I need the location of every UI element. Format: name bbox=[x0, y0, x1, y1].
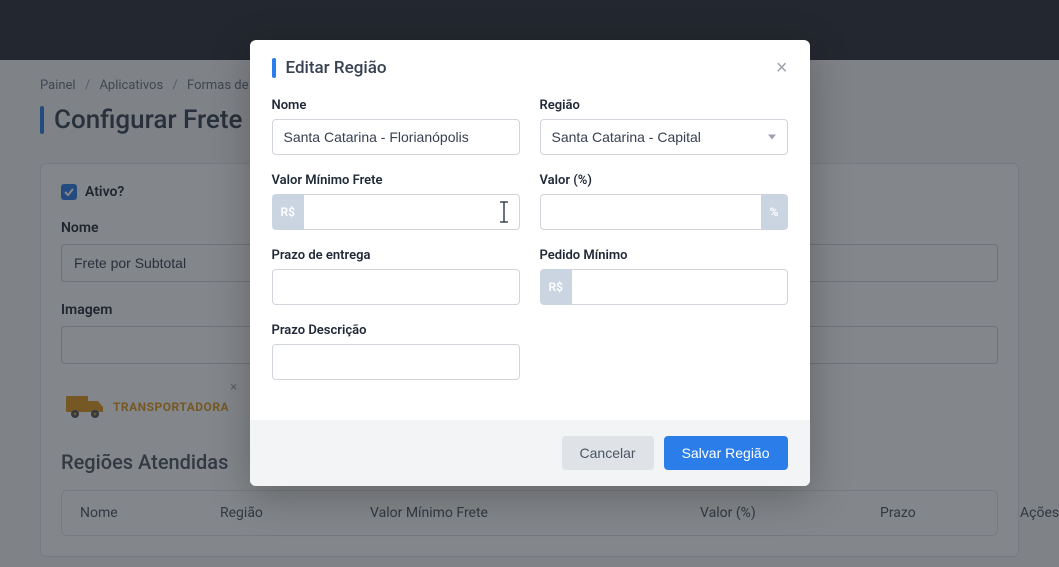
edit-region-modal: Editar Região × Nome Região Valor bbox=[250, 40, 810, 486]
modal-pedido-minimo-label: Pedido Mínimo bbox=[540, 248, 788, 263]
valor-minimo-group: R$ bbox=[272, 194, 520, 230]
modal-valor-pct-input[interactable] bbox=[540, 194, 761, 230]
valor-pct-group: % bbox=[540, 194, 788, 230]
pct-suffix: % bbox=[761, 194, 788, 230]
text-cursor-icon bbox=[498, 201, 510, 223]
modal-regiao-value[interactable] bbox=[540, 119, 788, 155]
modal-title-text: Editar Região bbox=[286, 58, 387, 78]
modal-regiao-select[interactable] bbox=[540, 119, 788, 155]
modal-regiao-label: Região bbox=[540, 98, 788, 113]
modal-nome-label: Nome bbox=[272, 98, 520, 113]
cancel-button[interactable]: Cancelar bbox=[562, 436, 654, 470]
pedido-minimo-group: R$ bbox=[540, 269, 788, 305]
modal-valor-minimo-input[interactable] bbox=[304, 194, 520, 230]
close-icon[interactable]: × bbox=[776, 58, 788, 78]
rs-prefix-2: R$ bbox=[540, 269, 572, 305]
modal-valor-pct-label: Valor (%) bbox=[540, 173, 788, 188]
modal-title: Editar Região bbox=[272, 58, 387, 78]
modal-footer: Cancelar Salvar Região bbox=[250, 420, 810, 486]
modal-body: Nome Região Valor Mínimo Frete R$ bbox=[250, 90, 810, 420]
save-region-button[interactable]: Salvar Região bbox=[664, 436, 788, 470]
modal-valor-minimo-label: Valor Mínimo Frete bbox=[272, 173, 520, 188]
modal-overlay: Editar Região × Nome Região Valor bbox=[0, 0, 1059, 567]
modal-prazo-entrega-input[interactable] bbox=[272, 269, 520, 305]
modal-prazo-descricao-label: Prazo Descrição bbox=[272, 323, 520, 338]
modal-pedido-minimo-input[interactable] bbox=[572, 269, 788, 305]
rs-prefix: R$ bbox=[272, 194, 304, 230]
modal-nome-input[interactable] bbox=[272, 119, 520, 155]
modal-prazo-entrega-label: Prazo de entrega bbox=[272, 248, 520, 263]
modal-prazo-descricao-input[interactable] bbox=[272, 344, 520, 380]
modal-header: Editar Região × bbox=[250, 40, 810, 90]
